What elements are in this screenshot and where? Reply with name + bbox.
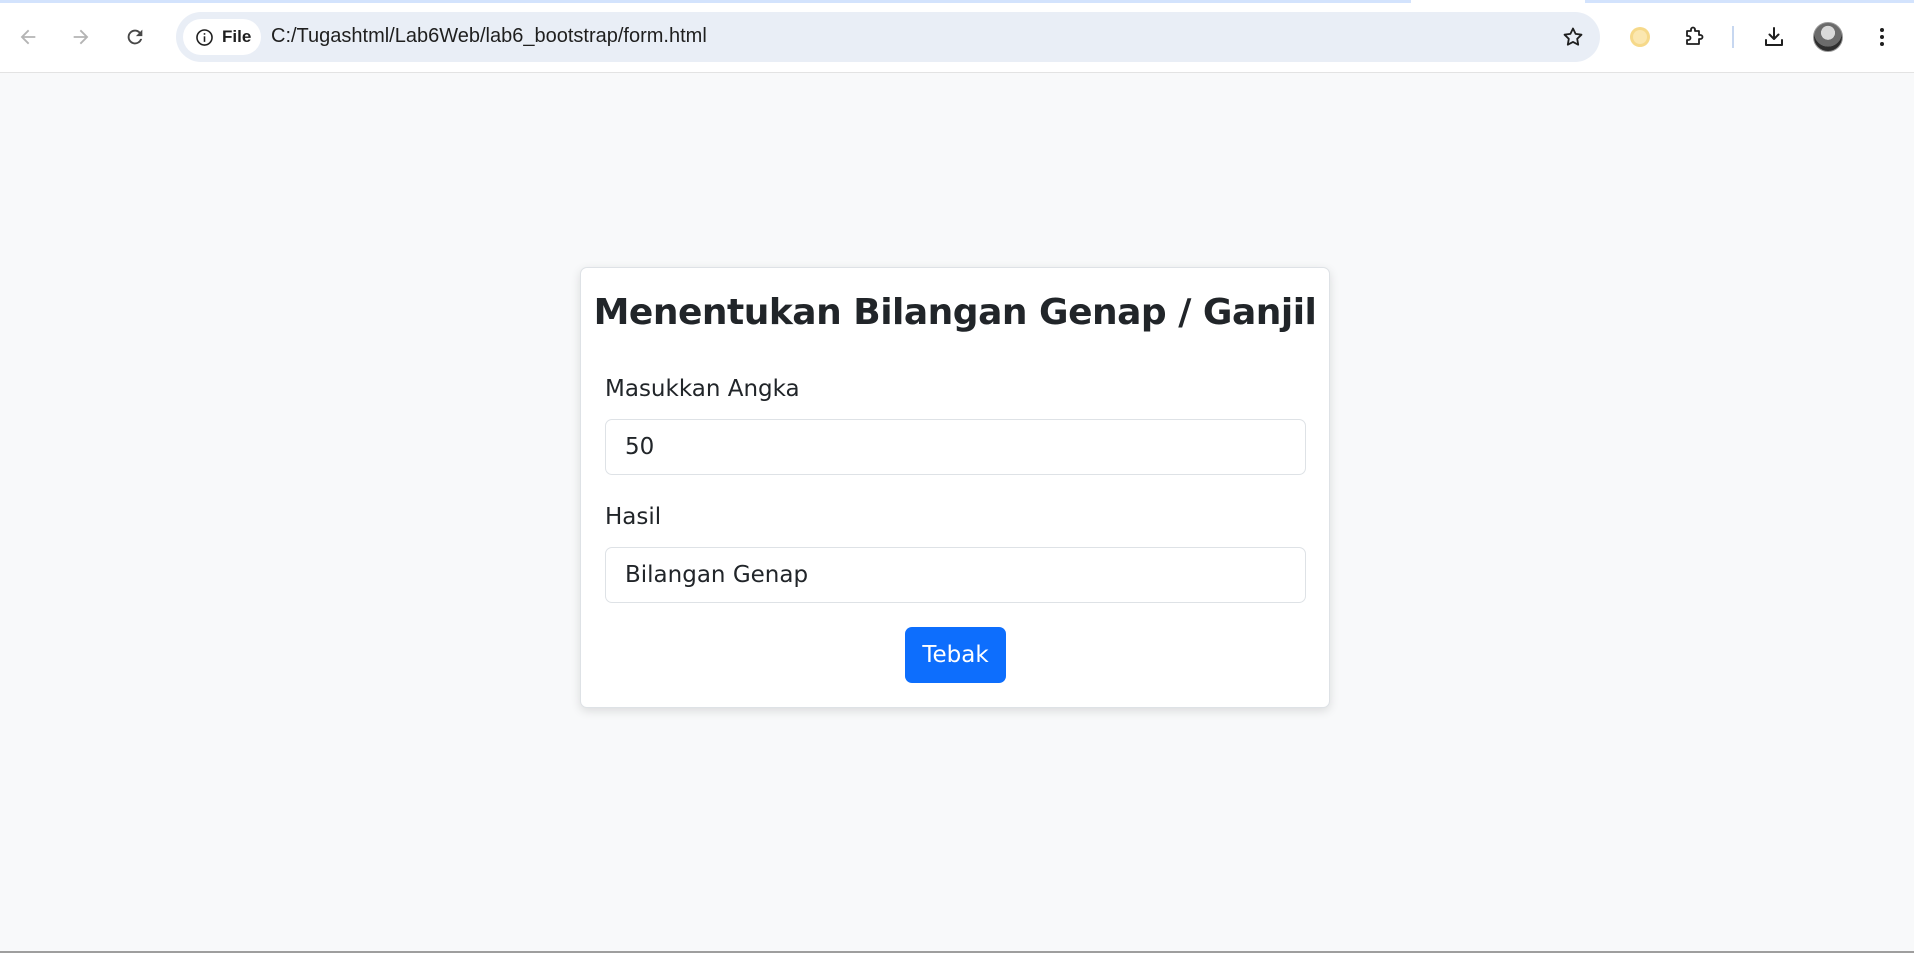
guess-button[interactable]: Tebak: [905, 627, 1006, 683]
address-bar[interactable]: File C:/Tugashtml/Lab6Web/lab6_bootstrap…: [176, 12, 1600, 62]
page-title: Menentukan Bilangan Genap / Ganjil: [593, 292, 1317, 333]
reload-button[interactable]: [118, 20, 152, 54]
kebab-menu-icon: [1880, 28, 1884, 46]
browser-toolbar: File C:/Tugashtml/Lab6Web/lab6_bootstrap…: [0, 0, 1914, 73]
form-card: Menentukan Bilangan Genap / Ganjil Masuk…: [580, 267, 1330, 708]
bookmark-button[interactable]: [1556, 20, 1590, 54]
info-icon: [196, 28, 213, 46]
number-input[interactable]: [605, 419, 1306, 475]
number-label: Masukkan Angka: [605, 376, 800, 402]
forward-button[interactable]: [64, 20, 98, 54]
page-viewport: Menentukan Bilangan Genap / Ganjil Masuk…: [0, 73, 1914, 951]
browser-menu-button[interactable]: [1865, 20, 1899, 54]
tab-strip-segment: [0, 0, 1411, 3]
downloads-button[interactable]: [1757, 20, 1791, 54]
site-chip-label: File: [222, 27, 252, 46]
download-icon: [1765, 27, 1783, 46]
avatar: [1813, 22, 1843, 52]
result-field[interactable]: [605, 547, 1306, 603]
toolbar-divider: [1732, 26, 1734, 48]
moon-icon: [1630, 27, 1650, 47]
profile-button[interactable]: [1811, 20, 1845, 54]
reload-icon: [127, 29, 143, 45]
back-button[interactable]: [11, 20, 45, 54]
puzzle-icon: [1686, 26, 1704, 45]
site-info-chip[interactable]: File: [183, 19, 261, 55]
tab-strip-edge: [0, 0, 1914, 4]
tab-strip-segment: [1585, 0, 1914, 3]
extensions-button[interactable]: [1677, 20, 1711, 54]
result-label: Hasil: [605, 504, 662, 530]
arrow-right-icon: [73, 29, 89, 45]
star-icon: [1563, 27, 1583, 46]
arrow-left-icon: [20, 29, 36, 45]
moon-extension-button[interactable]: [1623, 20, 1657, 54]
url-text[interactable]: C:/Tugashtml/Lab6Web/lab6_bootstrap/form…: [271, 25, 707, 48]
